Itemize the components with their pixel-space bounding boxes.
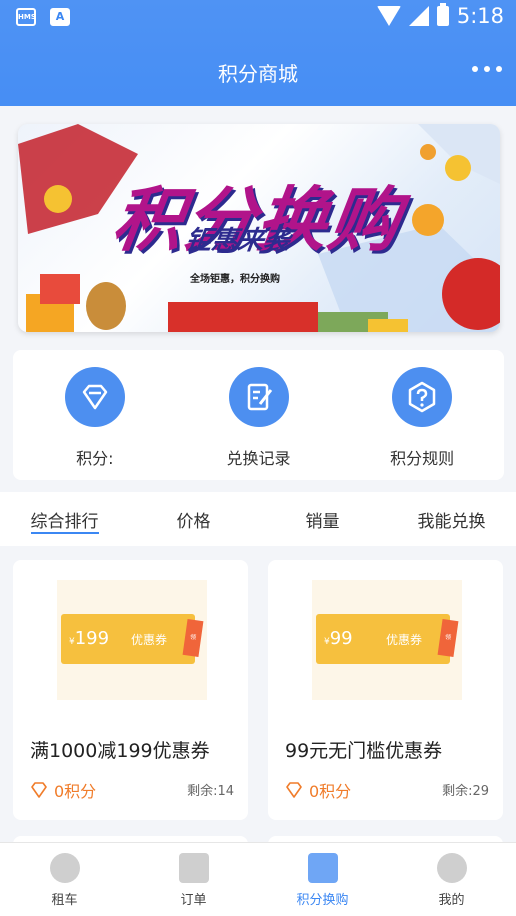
coupon-value: 199 — [74, 628, 110, 649]
page-title: 积分商城 — [218, 62, 298, 86]
nav-points-shop-label: 积分换购 — [296, 893, 349, 908]
nav-points-shop[interactable]: 积分换购 — [258, 843, 387, 916]
nav-rent-car[interactable]: 租车 — [0, 843, 129, 916]
diamond-icon — [64, 367, 125, 427]
shop-icon — [307, 853, 338, 883]
coupon-image: ¥99 优惠券 领 — [312, 580, 462, 700]
diamond-icon — [31, 782, 47, 798]
product-points-value: 0积分 — [54, 782, 97, 801]
nav-orders-label: 订单 — [180, 893, 207, 908]
coupon-image: ¥199 优惠券 领 — [57, 580, 207, 700]
nav-profile[interactable]: 我的 — [387, 843, 516, 916]
coupon-flag: 领 — [437, 619, 459, 657]
product-points: 0积分 — [30, 778, 96, 802]
tab-overall-rank[interactable]: 综合排行 — [0, 492, 129, 546]
tab-sales[interactable]: 销量 — [258, 492, 387, 546]
clock: 5:18 — [456, 4, 504, 28]
banner-tagline: 全场钜惠，积分换购 — [190, 274, 280, 285]
coupon-tag: 优惠券 — [131, 633, 168, 647]
action-points-rules[interactable]: 积分规则 — [340, 350, 504, 480]
question-shield-icon — [392, 367, 453, 427]
hms-icon: HMS — [16, 8, 36, 26]
tab-redeemable[interactable]: 我能兑换 — [387, 492, 516, 546]
diamond-icon — [286, 782, 302, 798]
tab-price[interactable]: 价格 — [129, 492, 258, 546]
user-icon — [436, 853, 467, 883]
sort-tabs: 综合排行 价格 销量 我能兑换 — [0, 492, 516, 546]
coupon-tag: 优惠券 — [386, 633, 423, 647]
action-points-label: 积分: — [76, 449, 114, 468]
more-options-icon[interactable] — [472, 66, 502, 72]
nav-rent-car-label: 租车 — [51, 893, 78, 908]
bottom-navigation: 租车 订单 积分换购 我的 — [0, 842, 516, 916]
product-card[interactable]: ¥99 优惠券 领 99元无门槛优惠券 0积分 剩余:29 — [268, 560, 503, 820]
nav-profile-label: 我的 — [438, 893, 465, 908]
signal-icon — [408, 6, 429, 26]
battery-icon — [436, 3, 449, 26]
action-points-rules-label: 积分规则 — [390, 449, 455, 468]
action-exchange-record[interactable]: 兑换记录 — [177, 350, 341, 480]
product-card[interactable]: ¥199 优惠券 领 满1000减199优惠券 0积分 剩余:14 — [13, 560, 248, 820]
product-stock: 剩余:14 — [187, 784, 234, 799]
title-bar: 积分商城 — [0, 44, 516, 96]
quick-actions: 积分: 兑换记录 积分规则 — [13, 350, 504, 480]
action-exchange-record-label: 兑换记录 — [226, 449, 291, 468]
status-bar: HMS A 5:18 — [0, 0, 516, 36]
order-icon — [178, 853, 209, 883]
product-name: 满1000减199优惠券 — [30, 740, 210, 762]
product-name: 99元无门槛优惠券 — [285, 740, 443, 762]
promo-banner[interactable]: 积分换购 钜惠来袭 全场钜惠，积分换购 — [18, 124, 500, 332]
nav-orders[interactable]: 订单 — [129, 843, 258, 916]
product-stock: 剩余:29 — [442, 784, 489, 799]
app-a-icon: A — [50, 8, 70, 26]
product-points: 0积分 — [285, 778, 351, 802]
product-points-value: 0积分 — [309, 782, 352, 801]
edit-record-icon — [228, 367, 289, 427]
compass-icon — [49, 853, 80, 883]
coupon-flag: 领 — [182, 619, 204, 657]
coupon-value: 99 — [329, 628, 353, 649]
wifi-icon — [376, 6, 401, 26]
banner-subtitle: 钜惠来袭 — [183, 226, 292, 256]
action-points[interactable]: 积分: — [13, 350, 177, 480]
